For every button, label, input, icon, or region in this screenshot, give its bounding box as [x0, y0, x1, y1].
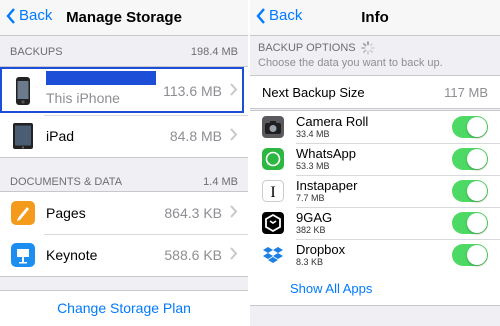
document-name: Keynote: [46, 247, 98, 263]
keynote-icon: [10, 241, 36, 269]
spinner-icon: [360, 41, 375, 55]
app-row-9gag: 9GAG 382 KB: [250, 207, 500, 239]
app-size: 33.4 MB: [296, 129, 330, 139]
screen: Back Manage Storage BACKUPS 198.4 MB Thi…: [0, 0, 500, 326]
app-name: WhatsApp: [296, 146, 356, 161]
backups-total: 198.4 MB: [190, 46, 238, 58]
9gag-icon: [262, 212, 284, 234]
svg-text:I: I: [270, 184, 275, 201]
dropbox-toggle[interactable]: [452, 244, 488, 266]
instapaper-icon: I: [262, 180, 284, 202]
camera-icon: [262, 116, 284, 138]
document-size: 588.6 KB: [164, 247, 222, 263]
backup-row-ipad[interactable]: iPad 84.8 MB: [0, 115, 248, 157]
page-title: Manage Storage: [66, 9, 182, 26]
app-size: 7.7 MB: [296, 193, 325, 203]
document-name: Pages: [46, 205, 86, 221]
pages-icon: [10, 199, 36, 227]
show-all-apps-row: Show All Apps: [250, 271, 500, 305]
app-row-whatsapp: WhatsApp 53.3 MB: [250, 143, 500, 175]
documents-list: Pages 864.3 KB Keynote 588.6 KB: [0, 191, 248, 277]
change-storage-plan-button[interactable]: Change Storage Plan: [0, 290, 248, 326]
backup-options-label: BACKUP OPTIONS: [258, 42, 356, 54]
navigation-bar: Back Manage Storage: [0, 0, 248, 36]
app-size: 53.3 MB: [296, 161, 330, 171]
dropbox-icon: [262, 244, 284, 266]
app-size: 8.3 KB: [296, 257, 324, 267]
app-name: Dropbox: [296, 242, 346, 257]
backup-size: 84.8 MB: [169, 128, 222, 144]
show-all-apps-link[interactable]: Show All Apps: [290, 281, 372, 296]
app-size: 382 KB: [296, 225, 326, 235]
ipad-icon: [10, 122, 36, 150]
info-pane: Back Info BACKUP OPTIONS Choose the data…: [250, 0, 500, 326]
backups-header: BACKUPS 198.4 MB: [0, 46, 248, 58]
page-title: Info: [361, 9, 389, 26]
app-backup-list: Camera Roll 33.4 MB WhatsApp 53.3 MB I I…: [250, 110, 500, 306]
9gag-toggle[interactable]: [452, 212, 488, 234]
selection-highlight: [0, 67, 244, 113]
document-row-keynote[interactable]: Keynote 588.6 KB: [0, 234, 248, 276]
app-name: 9GAG: [296, 210, 333, 225]
next-backup-size-row: Next Backup Size 117 MB: [250, 75, 500, 109]
chevron-right-icon: [230, 205, 238, 221]
documents-header: DOCUMENTS & DATA 1.4 MB: [0, 176, 248, 188]
whatsapp-icon: [262, 148, 284, 170]
documents-total: 1.4 MB: [203, 176, 238, 188]
chevron-right-icon: [230, 128, 238, 144]
instapaper-toggle[interactable]: [452, 180, 488, 202]
backup-options-subtitle: Choose the data you want to back up.: [258, 57, 443, 69]
camera-roll-toggle[interactable]: [452, 116, 488, 138]
whatsapp-toggle[interactable]: [452, 148, 488, 170]
app-name: Camera Roll: [296, 114, 369, 129]
navigation-bar: Back Info: [250, 0, 500, 36]
next-backup-label: Next Backup Size: [262, 84, 365, 100]
app-row-camera-roll: Camera Roll 33.4 MB: [250, 111, 500, 143]
manage-storage-pane: Back Manage Storage BACKUPS 198.4 MB Thi…: [0, 0, 248, 326]
app-row-dropbox: Dropbox 8.3 KB: [250, 239, 500, 271]
backups-header-label: BACKUPS: [10, 46, 63, 58]
next-backup-value: 117 MB: [444, 84, 488, 100]
app-row-instapaper: I Instapaper 7.7 MB: [250, 175, 500, 207]
document-row-pages[interactable]: Pages 864.3 KB: [0, 192, 248, 234]
chevron-right-icon: [230, 247, 238, 263]
app-name: Instapaper: [296, 178, 358, 193]
document-size: 864.3 KB: [164, 205, 222, 221]
backup-name: iPad: [46, 128, 75, 144]
backup-options-header: BACKUP OPTIONS: [258, 41, 375, 55]
documents-header-label: DOCUMENTS & DATA: [10, 176, 123, 188]
